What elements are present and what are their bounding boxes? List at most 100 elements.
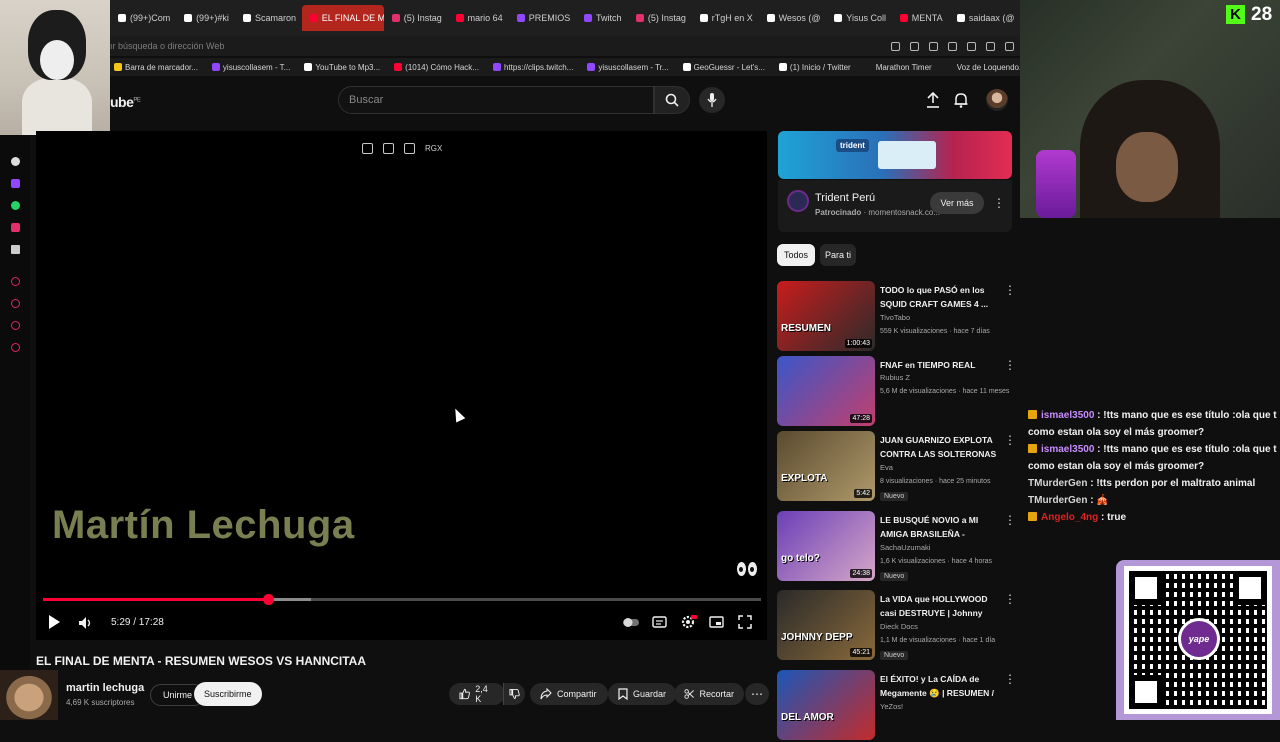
chip-for-you[interactable]: Para ti <box>820 244 857 266</box>
video-thumbnail[interactable]: JOHNNY DEPP 45:21 <box>777 590 875 660</box>
channel-name[interactable]: martin lechuga <box>66 682 144 694</box>
browser-tab[interactable]: Scamaron <box>235 5 302 31</box>
subscribe-button[interactable]: Suscribirme <box>194 682 262 706</box>
video-title[interactable]: FNAF en TIEMPO REAL <box>880 358 1000 372</box>
browser-tab[interactable]: mario 64 <box>448 5 509 31</box>
chip-all[interactable]: Todos <box>777 244 816 266</box>
recommended-video[interactable]: RESUMEN 1:00:43 TODO lo que PASÓ en los SQ… <box>777 281 1017 353</box>
browser-tab[interactable]: MENTA <box>892 5 949 31</box>
more-options-icon[interactable]: ⋮ <box>1004 592 1016 606</box>
menu-icon[interactable] <box>1005 41 1014 51</box>
bookmark-item[interactable]: YouTube to Mp3... <box>304 63 380 72</box>
recommended-video[interactable]: DEL AMOR El ÉXITO! y La CAÍDA de Megament… <box>777 670 1017 742</box>
browser-tab[interactable]: (5) Instag <box>628 5 692 31</box>
advertiser-name[interactable]: Trident Perú <box>815 192 875 204</box>
rgx-label[interactable]: RGX <box>425 144 442 153</box>
bookmark-item[interactable]: Marathon Timer <box>864 63 932 72</box>
ad-more-icon[interactable]: ⋮ <box>993 196 1005 210</box>
bookmark-item[interactable]: Voz de Loquendo... <box>945 63 1020 72</box>
chat-username[interactable]: Angelo_4ng <box>1041 512 1098 523</box>
video-thumbnail[interactable]: go telo? 24:38 <box>777 511 875 581</box>
youtube-music-icon[interactable] <box>11 277 20 286</box>
more-actions-button[interactable]: ⋯ <box>745 683 769 705</box>
whatsapp-icon[interactable] <box>11 201 20 210</box>
history-icon[interactable] <box>11 321 20 330</box>
copy-icon[interactable] <box>362 143 373 154</box>
chat-username[interactable]: TMurderGen <box>1028 495 1087 506</box>
save-button[interactable]: Guardar <box>608 683 676 705</box>
channel-name[interactable]: YeZos! <box>880 702 903 711</box>
bookmark-item[interactable]: GeoGuessr - Let's... <box>682 63 765 72</box>
autoplay-toggle-icon[interactable] <box>622 615 639 629</box>
search-button[interactable] <box>654 86 690 114</box>
video-title[interactable]: El ÉXITO! y La CAÍDA de Megamente 😢 | RE… <box>880 672 1000 702</box>
bookmark-item[interactable]: (1014) Cómo Hack... <box>394 63 479 72</box>
video-title[interactable]: La VIDA que HOLLYWOOD casi DESTRUYE | Jo… <box>880 592 1000 622</box>
chat-username[interactable]: TMurderGen <box>1028 478 1087 489</box>
video-thumbnail[interactable]: DEL AMOR <box>777 670 875 740</box>
browser-tab[interactable]: Wesos (@ <box>759 5 827 31</box>
settings-gear-icon[interactable] <box>681 615 697 629</box>
browser-tab[interactable]: Yisus Coll <box>826 5 892 31</box>
more-options-icon[interactable]: ⋮ <box>1004 358 1016 372</box>
browser-tab[interactable]: (5) Instag <box>384 5 448 31</box>
channel-avatar[interactable] <box>0 670 58 720</box>
recommended-video[interactable]: 47:28 FNAF en TIEMPO REAL Rubius Z 5,6 M de… <box>777 356 1017 428</box>
ad-banner[interactable]: trident <box>778 131 1012 179</box>
video-title[interactable]: TODO lo que PASÓ en los SQUID CRAFT GAME… <box>880 283 1000 311</box>
extension-icon[interactable] <box>967 41 976 51</box>
playlist-icon[interactable] <box>11 299 20 308</box>
shield-icon[interactable] <box>929 41 938 51</box>
bookmark-item[interactable]: yisuscollasem - T... <box>211 63 290 72</box>
recommended-video[interactable]: EXPLOTA 5:42 JUAN GUARNIZO EXPLOTA CONTRA … <box>777 431 1017 503</box>
like-button[interactable]: 2,4 K <box>449 683 505 705</box>
browser-tab[interactable]: saidaax (@ <box>949 5 1020 31</box>
search-input[interactable]: Buscar <box>338 86 654 114</box>
more-options-icon[interactable]: ⋮ <box>1004 433 1016 447</box>
upload-icon[interactable] <box>926 91 940 113</box>
channel-name[interactable]: SachaUzumaki <box>880 543 930 552</box>
channel-name[interactable]: Eva <box>880 463 893 472</box>
more-options-icon[interactable]: ⋮ <box>1004 283 1016 297</box>
dislike-button[interactable] <box>503 683 525 705</box>
advertiser-logo[interactable] <box>787 190 809 212</box>
arc-icon[interactable] <box>11 157 20 166</box>
bookmark-icon[interactable] <box>948 41 957 51</box>
account-avatar[interactable] <box>986 89 1008 111</box>
recommended-video[interactable]: go telo? 24:38 LE BUSQUÉ NOVIO a MI AMIGA … <box>777 511 1017 583</box>
x-icon[interactable] <box>11 245 20 254</box>
pin-icon[interactable] <box>910 41 919 51</box>
browser-tab[interactable]: Twitch <box>576 5 628 31</box>
channel-name[interactable]: TivoTabo <box>880 313 910 322</box>
recommended-video[interactable]: JOHNNY DEPP 45:21 La VIDA que HOLLYWOOD ca… <box>777 590 1017 662</box>
channel-name[interactable]: Dieck Docs <box>880 622 918 631</box>
bell-icon[interactable] <box>954 92 968 113</box>
chat-username[interactable]: ismael3500 <box>1041 444 1094 455</box>
bookmark-item[interactable]: https://clips.twitch... <box>492 63 573 72</box>
video-title[interactable]: LE BUSQUÉ NOVIO a MI AMIGA BRASILEÑA - S… <box>880 513 1000 543</box>
bookmark-item[interactable]: (1) Inicio / Twitter <box>778 63 851 72</box>
more-options-icon[interactable]: ⋮ <box>1004 672 1016 686</box>
next-frame-icon[interactable] <box>404 143 415 154</box>
video-title[interactable]: JUAN GUARNIZO EXPLOTA CONTRA LAS SOLTERO… <box>880 433 1000 463</box>
volume-icon[interactable] <box>78 616 92 630</box>
video-thumbnail[interactable]: 47:28 <box>777 356 875 426</box>
channel-name[interactable]: Rubius Z <box>880 373 910 382</box>
address-bar[interactable]: ır búsqueda o dirección Web <box>110 36 1020 56</box>
video-thumbnail[interactable]: EXPLOTA 5:42 <box>777 431 875 501</box>
share-button[interactable]: Compartir <box>530 683 608 705</box>
twitch-icon[interactable] <box>11 179 20 188</box>
browser-tab[interactable]: EL FINAL DE MENTA <box>301 5 384 31</box>
more-options-icon[interactable]: ⋮ <box>1004 513 1016 527</box>
fullscreen-icon[interactable] <box>738 615 753 629</box>
voice-search-button[interactable] <box>699 87 725 113</box>
browser-tab[interactable]: (99+)Com <box>110 5 176 31</box>
pip-icon[interactable] <box>383 143 394 154</box>
browser-tab[interactable]: (99+)#ki <box>176 5 235 31</box>
youtube-logo[interactable]: ubePE <box>110 94 141 110</box>
bookmark-item[interactable]: yisuscollasem - Tr... <box>587 63 669 72</box>
bookmark-item[interactable]: Barra de marcador... <box>114 63 198 72</box>
miniplayer-icon[interactable] <box>709 615 724 629</box>
video-thumbnail[interactable]: RESUMEN 1:00:43 <box>777 281 875 351</box>
zoom-icon[interactable] <box>891 41 900 51</box>
